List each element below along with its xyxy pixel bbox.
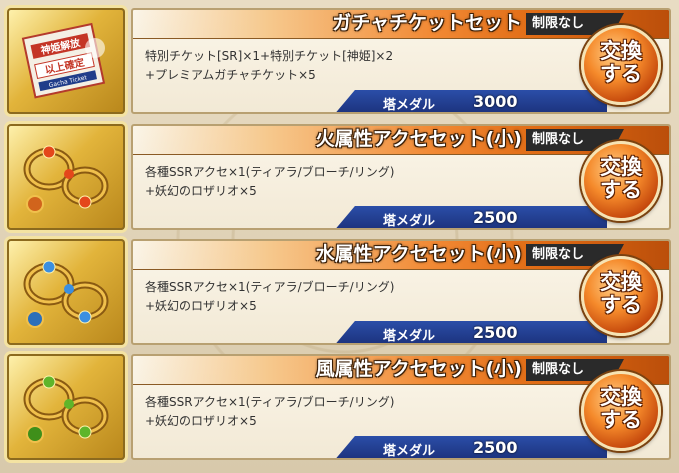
button-label: 交換 [600,270,642,294]
desc-line: +妖幻のロザリオ×5 [145,299,257,313]
title-bar: ガチャチケットセット 制限なし [133,10,669,39]
item-description: 各種SSRアクセ×1(ティアラ/ブローチ/リング) +妖幻のロザリオ×5 [145,393,394,431]
wind-accessory-icon [7,354,125,460]
desc-line: +プレミアムガチャチケット×5 [145,68,316,82]
price-bar: 塔メダル 2500 [333,321,607,344]
item-panel: 水属性アクセセット(小) 制限なし 各種SSRアクセ×1(ティアラ/ブローチ/リ… [131,239,671,345]
price-value: 2500 [473,208,518,227]
price-bar: 塔メダル 2500 [333,206,607,229]
item-description: 各種SSRアクセ×1(ティアラ/ブローチ/リング) +妖幻のロザリオ×5 [145,278,394,316]
title-bar: 水属性アクセセット(小) 制限なし [133,241,669,270]
price-bar: 塔メダル 2500 [333,436,607,459]
water-accessory-icon [7,239,125,345]
desc-line: 各種SSRアクセ×1(ティアラ/ブローチ/リング) [145,395,395,409]
item-panel: 火属性アクセセット(小) 制限なし 各種SSRアクセ×1(ティアラ/ブローチ/リ… [131,124,671,230]
exchange-button[interactable]: 交換 する [581,141,661,221]
item-title: 風属性アクセセット(小) [315,358,522,380]
price-label: 塔メダル [383,444,436,459]
desc-line: +妖幻のロザリオ×5 [145,184,257,198]
desc-line: 各種SSRアクセ×1(ティアラ/ブローチ/リング) [145,280,395,294]
price-label: 塔メダル [383,214,436,229]
item-panel: 風属性アクセセット(小) 制限なし 各種SSRアクセ×1(ティアラ/ブローチ/リ… [131,354,671,460]
button-label: する [600,293,642,317]
gacha-ticket-icon: 神姫解放 以上確定 Gacha Ticket [7,8,125,114]
price-label: 塔メダル [383,98,436,113]
title-bar: 風属性アクセセット(小) 制限なし [133,356,669,385]
button-label: 交換 [600,385,642,409]
button-label: 交換 [600,155,642,179]
item-title: 火属性アクセセット(小) [315,128,522,150]
price-label: 塔メダル [383,329,436,344]
price-bar: 塔メダル 3000 [333,90,607,113]
exchange-button[interactable]: 交換 する [581,25,661,105]
exchange-button[interactable]: 交換 する [581,371,661,451]
title-bar: 火属性アクセセット(小) 制限なし [133,126,669,155]
button-label: する [600,62,642,86]
desc-line: +妖幻のロザリオ×5 [145,414,257,428]
exchange-item-row: 風属性アクセセット(小) 制限なし 各種SSRアクセ×1(ティアラ/ブローチ/リ… [5,352,673,462]
button-label: 交換 [600,39,642,63]
exchange-item-row: 水属性アクセセット(小) 制限なし 各種SSRアクセ×1(ティアラ/ブローチ/リ… [5,237,673,347]
price-value: 2500 [473,438,518,457]
button-label: する [600,408,642,432]
item-panel: ガチャチケットセット 制限なし 特別チケット[SR]×1+特別チケット[神姫]×… [131,8,671,114]
exchange-item-row: 神姫解放 以上確定 Gacha Ticket ガチャチケットセット 制限なし 特… [5,6,673,116]
price-value: 3000 [473,92,518,111]
exchange-button[interactable]: 交換 する [581,256,661,336]
desc-line: 各種SSRアクセ×1(ティアラ/ブローチ/リング) [145,165,395,179]
item-description: 各種SSRアクセ×1(ティアラ/ブローチ/リング) +妖幻のロザリオ×5 [145,163,394,201]
desc-line: 特別チケット[SR]×1+特別チケット[神姫]×2 [145,49,394,63]
exchange-item-row: 火属性アクセセット(小) 制限なし 各種SSRアクセ×1(ティアラ/ブローチ/リ… [5,122,673,232]
item-title: ガチャチケットセット [332,12,522,34]
item-description: 特別チケット[SR]×1+特別チケット[神姫]×2 +プレミアムガチャチケット×5 [145,47,393,85]
fire-accessory-icon [7,124,125,230]
item-title: 水属性アクセセット(小) [315,243,522,265]
button-label: する [600,178,642,202]
price-value: 2500 [473,323,518,342]
